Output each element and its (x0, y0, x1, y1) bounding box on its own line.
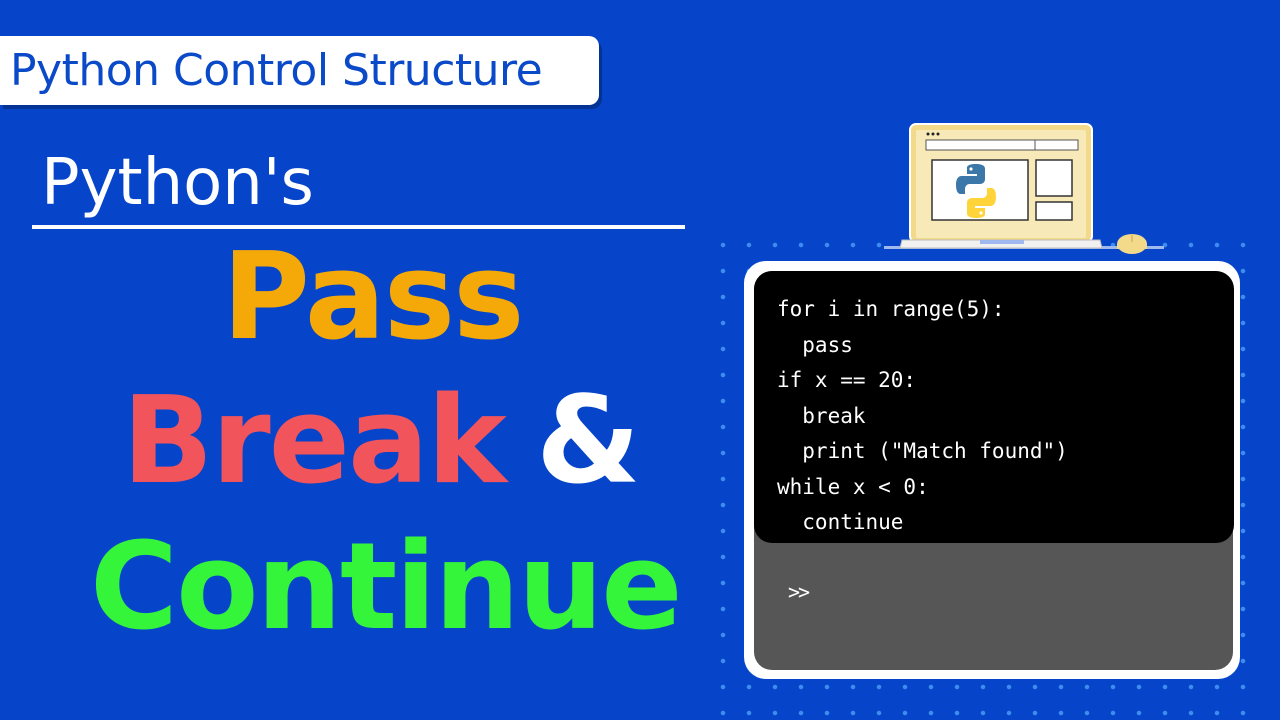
headline-continue: Continue (90, 518, 683, 657)
headline-break: Break (122, 372, 507, 511)
code-line: pass (777, 332, 853, 357)
headline-pass: Pass (222, 228, 525, 367)
headline-ampersand: & (536, 372, 641, 511)
subtitle: Python's (41, 146, 314, 220)
code-block: for i in range(5): pass if x == 20: brea… (777, 292, 1068, 541)
code-line: continue (777, 510, 904, 534)
terminal-prompt: >> (788, 580, 810, 604)
code-line: break (777, 403, 866, 428)
code-line: if x == 20: (777, 368, 917, 392)
category-tag-label: Python Control Structure (10, 45, 543, 96)
category-tag: Python Control Structure (0, 36, 599, 105)
code-line: while x < 0: (777, 474, 929, 499)
code-line: for i in range(5): (777, 297, 1005, 321)
code-line: print ("Match found") (777, 439, 1068, 463)
laptop-icon (884, 123, 1164, 254)
